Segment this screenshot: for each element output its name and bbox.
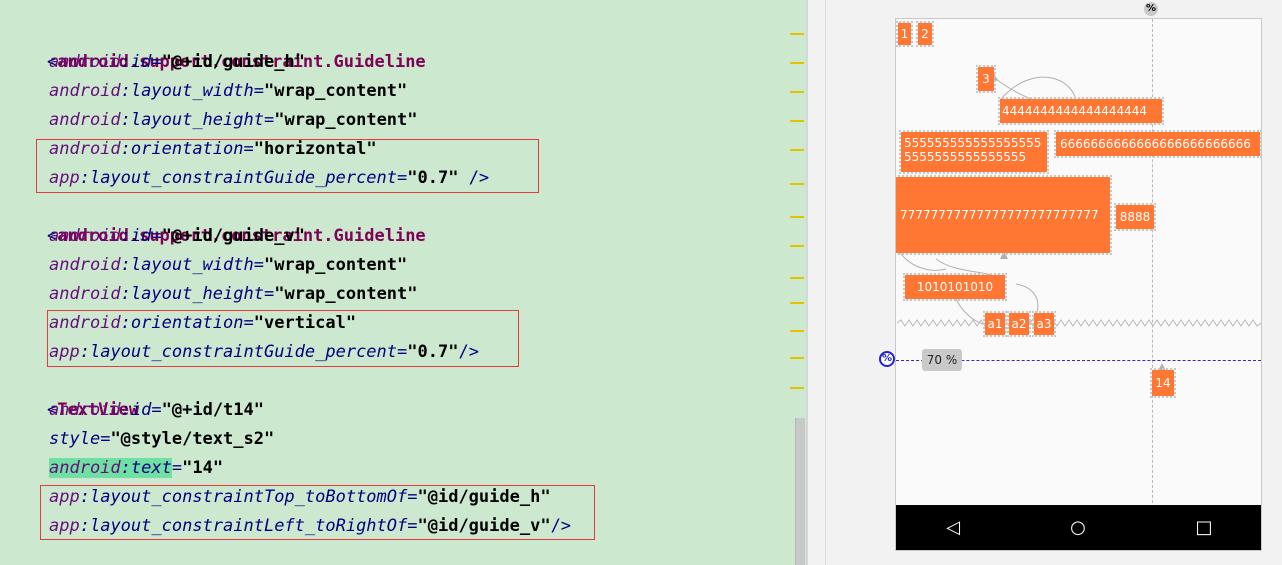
horizontal-guide-percent-icon[interactable]: %	[879, 351, 895, 367]
xml-attr-value: "@+id/t14"	[161, 400, 264, 420]
xml-attr-value: "14"	[182, 458, 224, 478]
code-line[interactable]: android:text="14"	[6, 454, 223, 483]
view-1[interactable]: 1	[896, 21, 913, 47]
gutter-marker	[790, 91, 804, 93]
chain-zigzag	[897, 319, 1261, 327]
xml-attr-name: layout_width	[130, 81, 254, 101]
xml-attr-value: "@style/text_s2"	[110, 429, 275, 449]
gutter-marker	[790, 245, 804, 247]
highlighted-attr: android:text	[49, 458, 172, 478]
gutter-marker	[790, 183, 804, 185]
view-8[interactable]: 8888	[1114, 203, 1156, 231]
gutter-marker	[790, 330, 804, 332]
view-5[interactable]: 555555555555555555 5555555555555555	[899, 130, 1049, 174]
view-t14[interactable]: 14	[1150, 368, 1176, 398]
xml-attr-value: "wrap_content"	[274, 284, 418, 304]
xml-code-editor[interactable]: <android.support.constraint.Guideline an…	[0, 0, 806, 565]
gutter-marker	[790, 216, 804, 218]
view-3[interactable]: 3	[976, 65, 996, 93]
xml-attr-name: layout_height	[130, 284, 264, 304]
gutter-marker	[790, 357, 804, 359]
code-line[interactable]: android:layout_width="wrap_content"	[6, 77, 407, 106]
device-preview[interactable]: 70 % 1 2 3 4444444444444444444 555555555…	[895, 18, 1262, 551]
view-a2[interactable]: a2	[1007, 311, 1031, 337]
code-line[interactable]: android:id="@+id/guide_h"	[6, 48, 305, 77]
xml-attr-name: id	[130, 226, 152, 246]
gutter-marker	[790, 33, 804, 35]
xml-attr-value: "wrap_content"	[274, 110, 418, 130]
gutter-marker	[790, 277, 804, 279]
code-line[interactable]: android:layout_height="wrap_content"	[6, 280, 418, 309]
code-line[interactable]: android:id="@+id/guide_v"	[6, 222, 305, 251]
xml-attr-name: id	[130, 400, 152, 420]
guide-percent-label[interactable]: 70 %	[922, 349, 962, 371]
code-line[interactable]: android:layout_height="wrap_content"	[6, 106, 418, 135]
editor-scrollbar[interactable]	[795, 418, 805, 565]
view-a1[interactable]: a1	[983, 311, 1007, 337]
code-line[interactable]: style="@style/text_s2"	[6, 425, 274, 454]
view-a3[interactable]: a3	[1032, 311, 1056, 337]
android-navigation-bar: ◁ ○ □	[896, 505, 1261, 550]
xml-attr-value: "@+id/guide_v"	[161, 226, 305, 246]
code-line[interactable]: <android.support.constraint.Guideline	[6, 193, 426, 246]
xml-attr-value: "wrap_content"	[263, 81, 408, 101]
gutter-marker	[790, 387, 804, 389]
xml-attr-name: style	[49, 429, 101, 449]
xml-attr-name: layout_height	[130, 110, 264, 130]
gutter-marker	[790, 302, 804, 304]
constraint-connectors	[897, 73, 1166, 371]
xml-attr-name: text	[130, 458, 172, 478]
code-line[interactable]: <TextView	[6, 367, 139, 420]
code-line[interactable]: android:layout_width="wrap_content"	[6, 251, 407, 280]
home-icon[interactable]: ○	[1069, 519, 1087, 537]
recents-icon[interactable]: □	[1195, 519, 1213, 537]
view-5-line-2: 5555555555555555	[904, 150, 1027, 164]
annotation-box-vertical-guide	[47, 310, 519, 367]
code-line[interactable]: <android.support.constraint.Guideline	[6, 19, 426, 72]
gutter-marker	[790, 62, 804, 64]
annotation-box-horizontal-guide	[36, 139, 539, 193]
xml-attr-name: layout_width	[130, 255, 254, 275]
view-10[interactable]: 1010101010	[903, 273, 1007, 301]
gutter-marker	[790, 149, 804, 151]
xml-attr-value: "wrap_content"	[263, 255, 408, 275]
annotation-box-constraints	[40, 485, 595, 540]
preview-ruler-edge	[825, 0, 826, 565]
code-line[interactable]: android:id="@+id/t14"	[6, 396, 264, 425]
view-2[interactable]: 2	[916, 21, 934, 47]
back-icon[interactable]: ◁	[944, 519, 962, 537]
view-5-line-1: 555555555555555555	[904, 136, 1042, 150]
view-7[interactable]: 77777777777777777777777777	[896, 175, 1112, 255]
vertical-guide-percent-icon[interactable]: %	[1144, 2, 1158, 16]
view-4[interactable]: 4444444444444444444	[998, 97, 1164, 125]
gutter-marker	[790, 120, 804, 122]
view-6[interactable]: 6666666666666666666666666	[1054, 130, 1261, 158]
xml-attr-value: "@+id/guide_h"	[161, 52, 305, 72]
xml-attr-name: id	[130, 52, 152, 72]
